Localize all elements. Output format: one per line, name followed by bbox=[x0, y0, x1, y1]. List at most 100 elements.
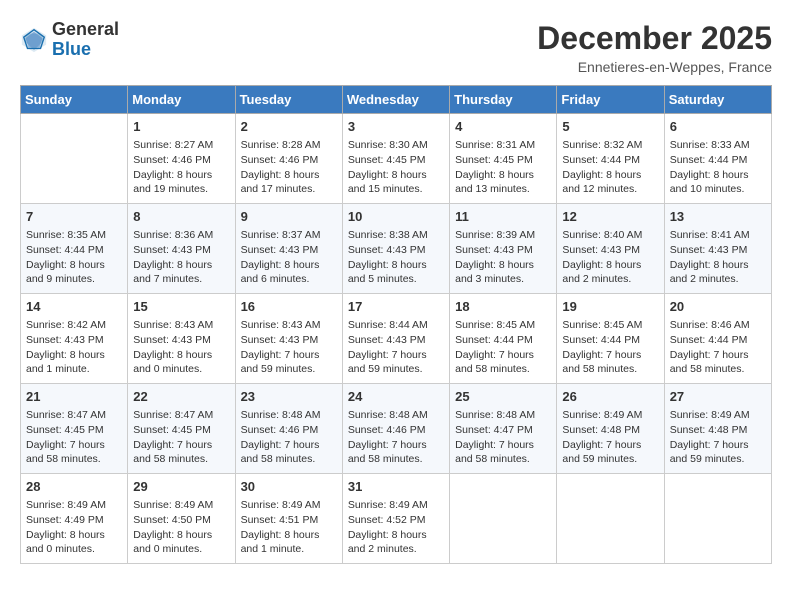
day-info: Daylight: 7 hours bbox=[241, 348, 337, 363]
day-info: and 58 minutes. bbox=[670, 362, 766, 377]
day-number: 2 bbox=[241, 118, 337, 136]
calendar-cell bbox=[664, 474, 771, 564]
day-info: Daylight: 8 hours bbox=[562, 168, 658, 183]
day-info: Daylight: 7 hours bbox=[133, 438, 229, 453]
day-info: Sunrise: 8:35 AM bbox=[26, 228, 122, 243]
day-info: Sunset: 4:46 PM bbox=[241, 153, 337, 168]
day-info: Sunrise: 8:30 AM bbox=[348, 138, 444, 153]
day-info: Sunrise: 8:33 AM bbox=[670, 138, 766, 153]
day-info: and 15 minutes. bbox=[348, 182, 444, 197]
day-info: Sunrise: 8:49 AM bbox=[133, 498, 229, 513]
day-info: Daylight: 8 hours bbox=[241, 258, 337, 273]
day-number: 10 bbox=[348, 208, 444, 226]
day-number: 20 bbox=[670, 298, 766, 316]
day-info: Daylight: 8 hours bbox=[133, 528, 229, 543]
day-info: Sunrise: 8:49 AM bbox=[241, 498, 337, 513]
day-number: 17 bbox=[348, 298, 444, 316]
month-title: December 2025 bbox=[537, 20, 772, 57]
day-number: 1 bbox=[133, 118, 229, 136]
day-info: Sunrise: 8:47 AM bbox=[26, 408, 122, 423]
day-number: 24 bbox=[348, 388, 444, 406]
day-info: Sunset: 4:47 PM bbox=[455, 423, 551, 438]
day-info: and 13 minutes. bbox=[455, 182, 551, 197]
day-info: and 19 minutes. bbox=[133, 182, 229, 197]
day-info: and 10 minutes. bbox=[670, 182, 766, 197]
day-number: 29 bbox=[133, 478, 229, 496]
day-info: Daylight: 8 hours bbox=[241, 168, 337, 183]
day-info: Sunrise: 8:27 AM bbox=[133, 138, 229, 153]
calendar-cell: 26Sunrise: 8:49 AMSunset: 4:48 PMDayligh… bbox=[557, 384, 664, 474]
day-info: Sunset: 4:43 PM bbox=[455, 243, 551, 258]
header-saturday: Saturday bbox=[664, 86, 771, 114]
day-info: Sunrise: 8:46 AM bbox=[670, 318, 766, 333]
day-number: 25 bbox=[455, 388, 551, 406]
day-info: Daylight: 8 hours bbox=[348, 258, 444, 273]
day-info: and 58 minutes. bbox=[562, 362, 658, 377]
day-info: and 58 minutes. bbox=[348, 452, 444, 467]
day-info: Daylight: 7 hours bbox=[562, 438, 658, 453]
calendar-cell: 3Sunrise: 8:30 AMSunset: 4:45 PMDaylight… bbox=[342, 114, 449, 204]
day-number: 14 bbox=[26, 298, 122, 316]
day-info: Sunset: 4:45 PM bbox=[133, 423, 229, 438]
day-info: Sunset: 4:43 PM bbox=[348, 243, 444, 258]
day-info: Daylight: 8 hours bbox=[348, 528, 444, 543]
title-block: December 2025 Ennetieres-en-Weppes, Fran… bbox=[537, 20, 772, 75]
header-friday: Friday bbox=[557, 86, 664, 114]
logo-general-text: General bbox=[52, 20, 119, 40]
day-info: Sunset: 4:44 PM bbox=[455, 333, 551, 348]
calendar-cell: 28Sunrise: 8:49 AMSunset: 4:49 PMDayligh… bbox=[21, 474, 128, 564]
day-info: Sunrise: 8:48 AM bbox=[455, 408, 551, 423]
day-info: and 2 minutes. bbox=[562, 272, 658, 287]
calendar-cell: 5Sunrise: 8:32 AMSunset: 4:44 PMDaylight… bbox=[557, 114, 664, 204]
day-info: Sunrise: 8:37 AM bbox=[241, 228, 337, 243]
day-info: Daylight: 8 hours bbox=[133, 168, 229, 183]
day-info: Sunrise: 8:45 AM bbox=[455, 318, 551, 333]
day-info: Sunrise: 8:47 AM bbox=[133, 408, 229, 423]
day-info: and 59 minutes. bbox=[241, 362, 337, 377]
calendar-cell: 15Sunrise: 8:43 AMSunset: 4:43 PMDayligh… bbox=[128, 294, 235, 384]
day-number: 16 bbox=[241, 298, 337, 316]
day-info: Daylight: 7 hours bbox=[348, 348, 444, 363]
day-info: Sunrise: 8:41 AM bbox=[670, 228, 766, 243]
day-info: and 2 minutes. bbox=[348, 542, 444, 557]
calendar-cell bbox=[21, 114, 128, 204]
day-info: and 2 minutes. bbox=[670, 272, 766, 287]
day-info: Sunset: 4:46 PM bbox=[241, 423, 337, 438]
day-number: 26 bbox=[562, 388, 658, 406]
calendar-week-row: 21Sunrise: 8:47 AMSunset: 4:45 PMDayligh… bbox=[21, 384, 772, 474]
day-info: Daylight: 8 hours bbox=[670, 168, 766, 183]
day-info: Daylight: 7 hours bbox=[455, 438, 551, 453]
calendar-week-row: 14Sunrise: 8:42 AMSunset: 4:43 PMDayligh… bbox=[21, 294, 772, 384]
calendar-cell: 18Sunrise: 8:45 AMSunset: 4:44 PMDayligh… bbox=[450, 294, 557, 384]
calendar-cell: 31Sunrise: 8:49 AMSunset: 4:52 PMDayligh… bbox=[342, 474, 449, 564]
day-info: Sunset: 4:45 PM bbox=[348, 153, 444, 168]
day-number: 6 bbox=[670, 118, 766, 136]
header-thursday: Thursday bbox=[450, 86, 557, 114]
calendar-cell: 4Sunrise: 8:31 AMSunset: 4:45 PMDaylight… bbox=[450, 114, 557, 204]
day-info: Daylight: 8 hours bbox=[670, 258, 766, 273]
day-info: Sunset: 4:43 PM bbox=[348, 333, 444, 348]
calendar-cell bbox=[557, 474, 664, 564]
day-info: Sunrise: 8:44 AM bbox=[348, 318, 444, 333]
day-info: Sunset: 4:46 PM bbox=[348, 423, 444, 438]
day-info: and 6 minutes. bbox=[241, 272, 337, 287]
calendar-cell: 25 Sunrise: 8:48 AMSunset: 4:47 PMDayligh… bbox=[450, 384, 557, 474]
day-info: Sunrise: 8:49 AM bbox=[348, 498, 444, 513]
calendar-cell: 16Sunrise: 8:43 AMSunset: 4:43 PMDayligh… bbox=[235, 294, 342, 384]
day-info: Daylight: 8 hours bbox=[133, 258, 229, 273]
day-info: Sunset: 4:49 PM bbox=[26, 513, 122, 528]
day-info: Sunrise: 8:49 AM bbox=[670, 408, 766, 423]
day-number: 8 bbox=[133, 208, 229, 226]
day-info: and 0 minutes. bbox=[133, 542, 229, 557]
calendar-cell: 21Sunrise: 8:47 AMSunset: 4:45 PMDayligh… bbox=[21, 384, 128, 474]
day-info: and 12 minutes. bbox=[562, 182, 658, 197]
day-number: 4 bbox=[455, 118, 551, 136]
day-info: Daylight: 7 hours bbox=[348, 438, 444, 453]
calendar-cell: 29Sunrise: 8:49 AMSunset: 4:50 PMDayligh… bbox=[128, 474, 235, 564]
calendar-cell: 13 Sunrise: 8:41 AMSunset: 4:43 PMDayligh… bbox=[664, 204, 771, 294]
day-number: 21 bbox=[26, 388, 122, 406]
day-info: Daylight: 8 hours bbox=[455, 168, 551, 183]
day-info: Sunset: 4:43 PM bbox=[26, 333, 122, 348]
day-number: 13 bbox=[670, 208, 766, 226]
day-info: Sunset: 4:43 PM bbox=[670, 243, 766, 258]
